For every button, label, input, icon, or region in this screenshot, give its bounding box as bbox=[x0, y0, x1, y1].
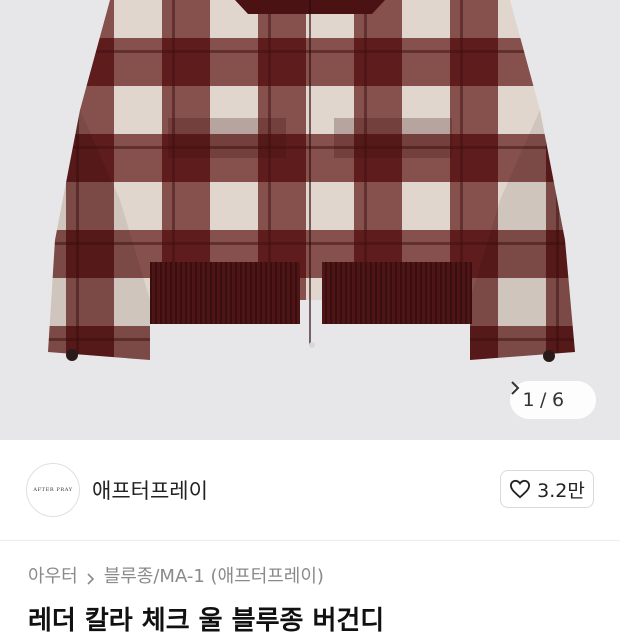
breadcrumb: 아우터 블루종/MA-1 (애프터프레이) bbox=[28, 562, 324, 588]
breadcrumb-item-category[interactable]: 블루종/MA-1 (애프터프레이) bbox=[104, 562, 324, 588]
pager-separator: / bbox=[540, 389, 547, 411]
chevron-right-icon bbox=[511, 381, 584, 407]
product-title: 레더 칼라 체크 울 블루종 버건디 bbox=[28, 606, 385, 636]
store-name[interactable]: 애프터프레이 bbox=[92, 475, 208, 505]
store-logo[interactable]: AFTER PRAY bbox=[26, 463, 80, 517]
chevron-right-icon bbox=[87, 569, 95, 585]
store-row[interactable]: AFTER PRAY 애프터프레이 3.2만 bbox=[0, 440, 620, 541]
product-image[interactable]: 1 / 6 bbox=[0, 0, 620, 440]
pager-current: 1 bbox=[522, 389, 536, 411]
plaid-jacket-photo bbox=[48, 0, 575, 362]
pager-total: 6 bbox=[551, 389, 565, 411]
image-pager[interactable]: 1 / 6 bbox=[510, 381, 596, 419]
store-logo-text: AFTER PRAY bbox=[33, 487, 73, 493]
like-count: 3.2만 bbox=[537, 479, 585, 502]
like-button[interactable]: 3.2만 bbox=[500, 470, 594, 508]
breadcrumb-item-outer[interactable]: 아우터 bbox=[28, 562, 78, 588]
heart-icon bbox=[510, 479, 531, 499]
